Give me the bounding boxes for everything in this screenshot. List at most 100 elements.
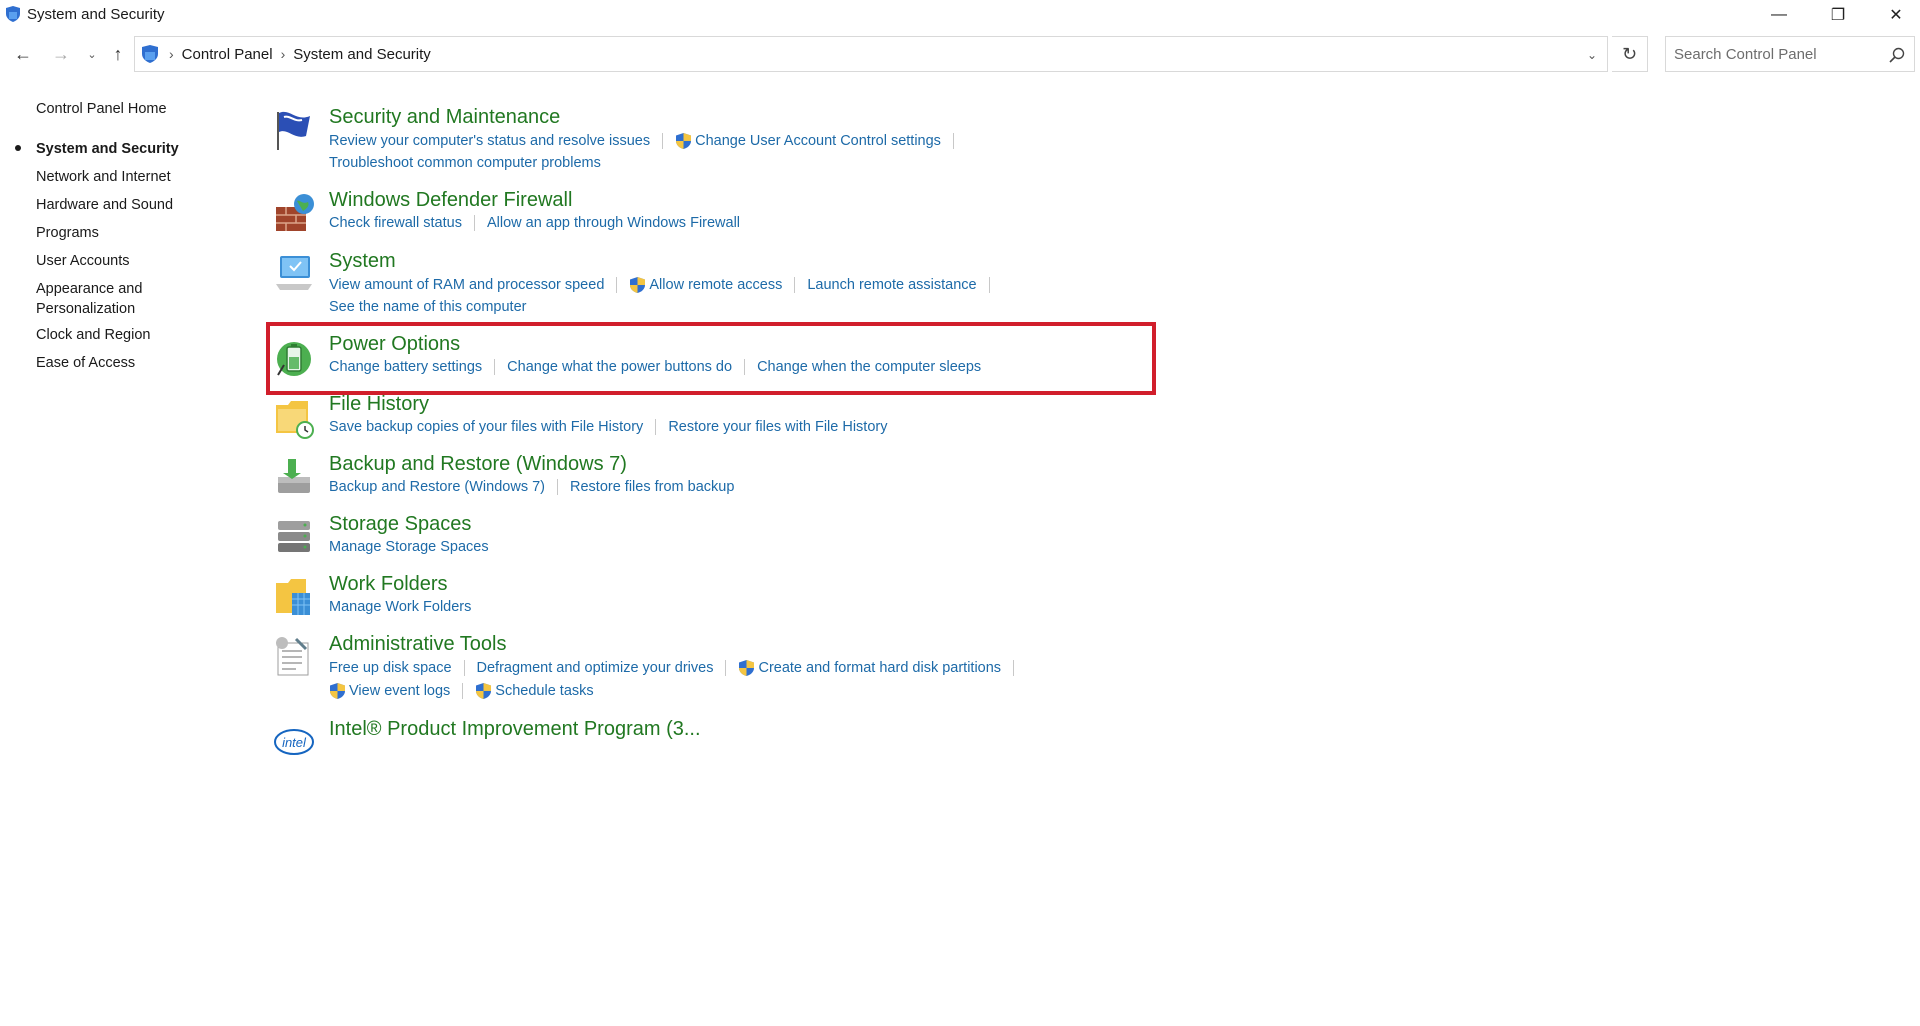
link-create-and-format-hard-disk-partitions[interactable]: Create and format hard disk partitions <box>738 659 1001 677</box>
link-allow-an-app-through-windows-firewall[interactable]: Allow an app through Windows Firewall <box>487 215 740 231</box>
close-button[interactable]: ✕ <box>1867 0 1920 30</box>
control-panel-icon <box>142 45 158 63</box>
sidebar-item-ease-of-access[interactable]: Ease of Access <box>36 353 236 373</box>
uac-shield-icon <box>630 277 646 293</box>
link-change-user-account-control-settings[interactable]: Change User Account Control settings <box>675 132 941 150</box>
back-button[interactable]: ← <box>8 36 38 72</box>
link-label: Manage Work Folders <box>329 599 472 615</box>
work-folders-icon[interactable] <box>272 575 316 619</box>
link-divider <box>655 419 657 435</box>
link-see-the-name-of-this-computer[interactable]: See the name of this computer <box>329 299 526 315</box>
breadcrumb-control-panel[interactable]: Control Panel <box>182 46 273 63</box>
address-bar[interactable]: › Control Panel › System and Security ⌄ <box>134 36 1608 72</box>
sidebar-item-network-and-internet[interactable]: Network and Internet <box>36 167 236 187</box>
highlight-box <box>266 322 1156 395</box>
link-divider <box>616 277 618 293</box>
link-label: Manage Storage Spaces <box>329 539 489 555</box>
storage-icon[interactable] <box>272 515 316 559</box>
link-label: View event logs <box>349 683 451 699</box>
refresh-button[interactable]: ↻ <box>1612 36 1648 72</box>
link-label: Create and format hard disk partitions <box>758 660 1002 676</box>
intel-icon[interactable]: intel <box>272 720 316 764</box>
chevron-down-icon: ⌄ <box>87 48 97 61</box>
link-divider <box>1013 660 1015 676</box>
category-title[interactable]: Administrative Tools <box>329 633 506 656</box>
minimize-button[interactable]: — <box>1750 0 1808 30</box>
link-allow-remote-access[interactable]: Allow remote access <box>629 276 782 294</box>
link-label: View amount of RAM and processor speed <box>329 277 605 293</box>
uac-shield-icon <box>676 133 692 149</box>
link-divider <box>988 277 990 293</box>
sidebar-item-system-and-security[interactable]: System and Security <box>36 139 236 159</box>
link-row: Check firewall status Allow an app throug… <box>329 215 740 231</box>
arrow-right-icon: → <box>52 43 70 64</box>
maximize-button[interactable]: ❐ <box>1809 0 1867 30</box>
link-backup-and-restore-windows-7[interactable]: Backup and Restore (Windows 7) <box>329 479 545 495</box>
link-row: See the name of this computer <box>329 299 526 315</box>
breadcrumb-separator: › <box>280 46 286 62</box>
link-manage-storage-spaces[interactable]: Manage Storage Spaces <box>329 539 489 555</box>
link-label: Launch remote assistance <box>807 277 977 293</box>
computer-icon[interactable] <box>272 252 316 296</box>
arrow-up-icon: ↑ <box>113 43 123 64</box>
link-row: Save backup copies of your files with Fi… <box>329 419 887 435</box>
link-launch-remote-assistance[interactable]: Launch remote assistance <box>807 277 976 293</box>
sidebar-item-programs[interactable]: Programs <box>36 223 236 243</box>
sidebar-item-control-panel-home[interactable]: Control Panel Home <box>36 99 236 119</box>
category-title[interactable]: Storage Spaces <box>329 513 471 536</box>
search-input[interactable] <box>1666 45 1876 63</box>
address-dropdown-button[interactable]: ⌄ <box>1583 46 1601 64</box>
category-title[interactable]: Intel® Product Improvement Program (3... <box>329 718 701 741</box>
link-label: See the name of this computer <box>329 299 527 315</box>
forward-button[interactable]: → <box>46 36 76 72</box>
sidebar-item-appearance-and-personalization[interactable]: Appearance and Personalization <box>36 279 186 319</box>
link-row: View event logs Schedule tasks <box>329 682 594 700</box>
recent-locations-button[interactable]: ⌄ <box>82 36 102 72</box>
link-manage-work-folders[interactable]: Manage Work Folders <box>329 599 471 615</box>
sidebar-item-clock-and-region[interactable]: Clock and Region <box>36 325 236 345</box>
category-title[interactable]: Backup and Restore (Windows 7) <box>329 453 627 476</box>
link-label: Troubleshoot common computer problems <box>329 155 601 171</box>
search-box[interactable] <box>1665 36 1915 72</box>
svg-text:intel: intel <box>282 735 307 750</box>
search-icon[interactable] <box>1888 46 1906 64</box>
link-row: Troubleshoot common computer problems <box>329 155 601 171</box>
breadcrumb-separator: › <box>169 46 174 62</box>
link-divider <box>725 660 727 676</box>
category-title[interactable]: System <box>329 250 396 273</box>
link-view-amount-of-ram-and-processor-speed[interactable]: View amount of RAM and processor speed <box>329 277 604 293</box>
link-defragment-and-optimize-your-drives[interactable]: Defragment and optimize your drives <box>477 660 714 676</box>
link-restore-files-from-backup[interactable]: Restore files from backup <box>570 479 734 495</box>
link-label: Schedule tasks <box>495 683 594 699</box>
category-title[interactable]: File History <box>329 393 429 416</box>
link-troubleshoot-common-computer-problems[interactable]: Troubleshoot common computer problems <box>329 155 601 171</box>
link-row: Free up disk space Defragment and optimiz… <box>329 659 1026 677</box>
navigation-bar: ← → ⌄ ↑ › Control Panel › System and Sec… <box>0 36 1920 72</box>
firewall-icon[interactable] <box>272 191 316 235</box>
category-title[interactable]: Windows Defender Firewall <box>329 189 572 212</box>
link-restore-your-files-with-file-history[interactable]: Restore your files with File History <box>668 419 887 435</box>
sidebar-item-user-accounts[interactable]: User Accounts <box>36 251 236 271</box>
link-label: Allow an app through Windows Firewall <box>486 215 741 231</box>
category-title[interactable]: Security and Maintenance <box>329 106 560 129</box>
link-review-your-computer-s-status-and-resolve-issues[interactable]: Review your computer's status and resolv… <box>329 133 650 149</box>
admin-tools-icon[interactable] <box>272 635 316 679</box>
file-history-icon[interactable] <box>272 395 316 439</box>
link-free-up-disk-space[interactable]: Free up disk space <box>329 660 452 676</box>
link-divider <box>952 133 954 149</box>
link-check-firewall-status[interactable]: Check firewall status <box>329 215 462 231</box>
link-label: Review your computer's status and resolv… <box>329 133 651 149</box>
link-view-event-logs[interactable]: View event logs <box>329 682 450 700</box>
flag-icon[interactable] <box>272 108 316 152</box>
link-schedule-tasks[interactable]: Schedule tasks <box>475 682 594 700</box>
sidebar-item-hardware-and-sound[interactable]: Hardware and Sound <box>36 195 236 215</box>
up-button[interactable]: ↑ <box>104 36 132 72</box>
category-title[interactable]: Work Folders <box>329 573 448 596</box>
active-bullet <box>15 145 21 151</box>
link-row: View amount of RAM and processor speed Al… <box>329 276 1002 294</box>
backup-icon[interactable] <box>272 455 316 499</box>
link-label: Change User Account Control settings <box>695 133 941 149</box>
breadcrumb-system-and-security[interactable]: System and Security <box>293 46 431 63</box>
link-save-backup-copies-of-your-files-with-file-history[interactable]: Save backup copies of your files with Fi… <box>329 419 643 435</box>
link-label: Restore files from backup <box>570 479 735 495</box>
